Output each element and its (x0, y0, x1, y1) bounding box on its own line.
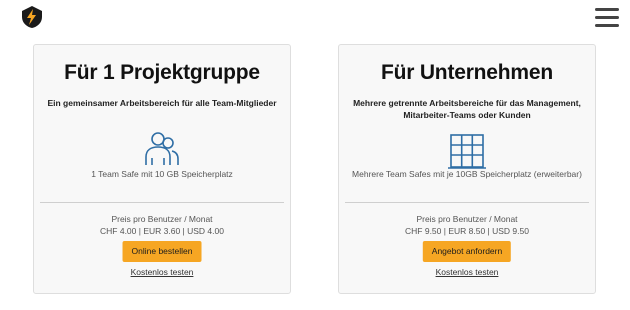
free-trial-link[interactable]: Kostenlos testen (339, 267, 595, 277)
divider (40, 202, 284, 203)
request-offer-button[interactable]: Angebot anfordern (422, 241, 512, 262)
card-subtitle: Mehrere getrennte Arbeitsbereiche für da… (353, 98, 581, 120)
pricing-card-enterprise: Für Unternehmen Mehrere getrennte Arbeit… (338, 44, 596, 294)
price-value: CHF 9.50 | EUR 8.50 | USD 9.50 (405, 226, 529, 236)
hamburger-menu-button[interactable] (595, 8, 619, 28)
menu-bar (595, 16, 619, 19)
shield-bolt-icon (22, 6, 42, 28)
card-title: Für 1 Projektgruppe (64, 61, 260, 84)
divider (345, 202, 589, 203)
price-label: Preis pro Benutzer / Monat (416, 214, 518, 224)
feature-text: Mehrere Team Safes mit je 10GB Speicherp… (352, 169, 582, 179)
menu-bar (595, 24, 619, 27)
free-trial-link[interactable]: Kostenlos testen (34, 267, 290, 277)
card-title: Für Unternehmen (380, 61, 553, 84)
order-online-button[interactable]: Online bestellen (122, 241, 202, 262)
building-icon (447, 131, 487, 171)
pricing-card-project-group: Für 1 Projektgruppe Ein gemeinsamer Arbe… (33, 44, 291, 294)
menu-bar (595, 8, 619, 11)
price-value: CHF 4.00 | EUR 3.60 | USD 4.00 (100, 226, 224, 236)
feature-text: 1 Team Safe mit 10 GB Speicherplatz (91, 169, 233, 179)
price-label: Preis pro Benutzer / Monat (111, 214, 213, 224)
card-subtitle: Ein gemeinsamer Arbeitsbereich für alle … (47, 98, 277, 108)
logo[interactable] (20, 5, 44, 29)
team-icon (142, 129, 182, 169)
